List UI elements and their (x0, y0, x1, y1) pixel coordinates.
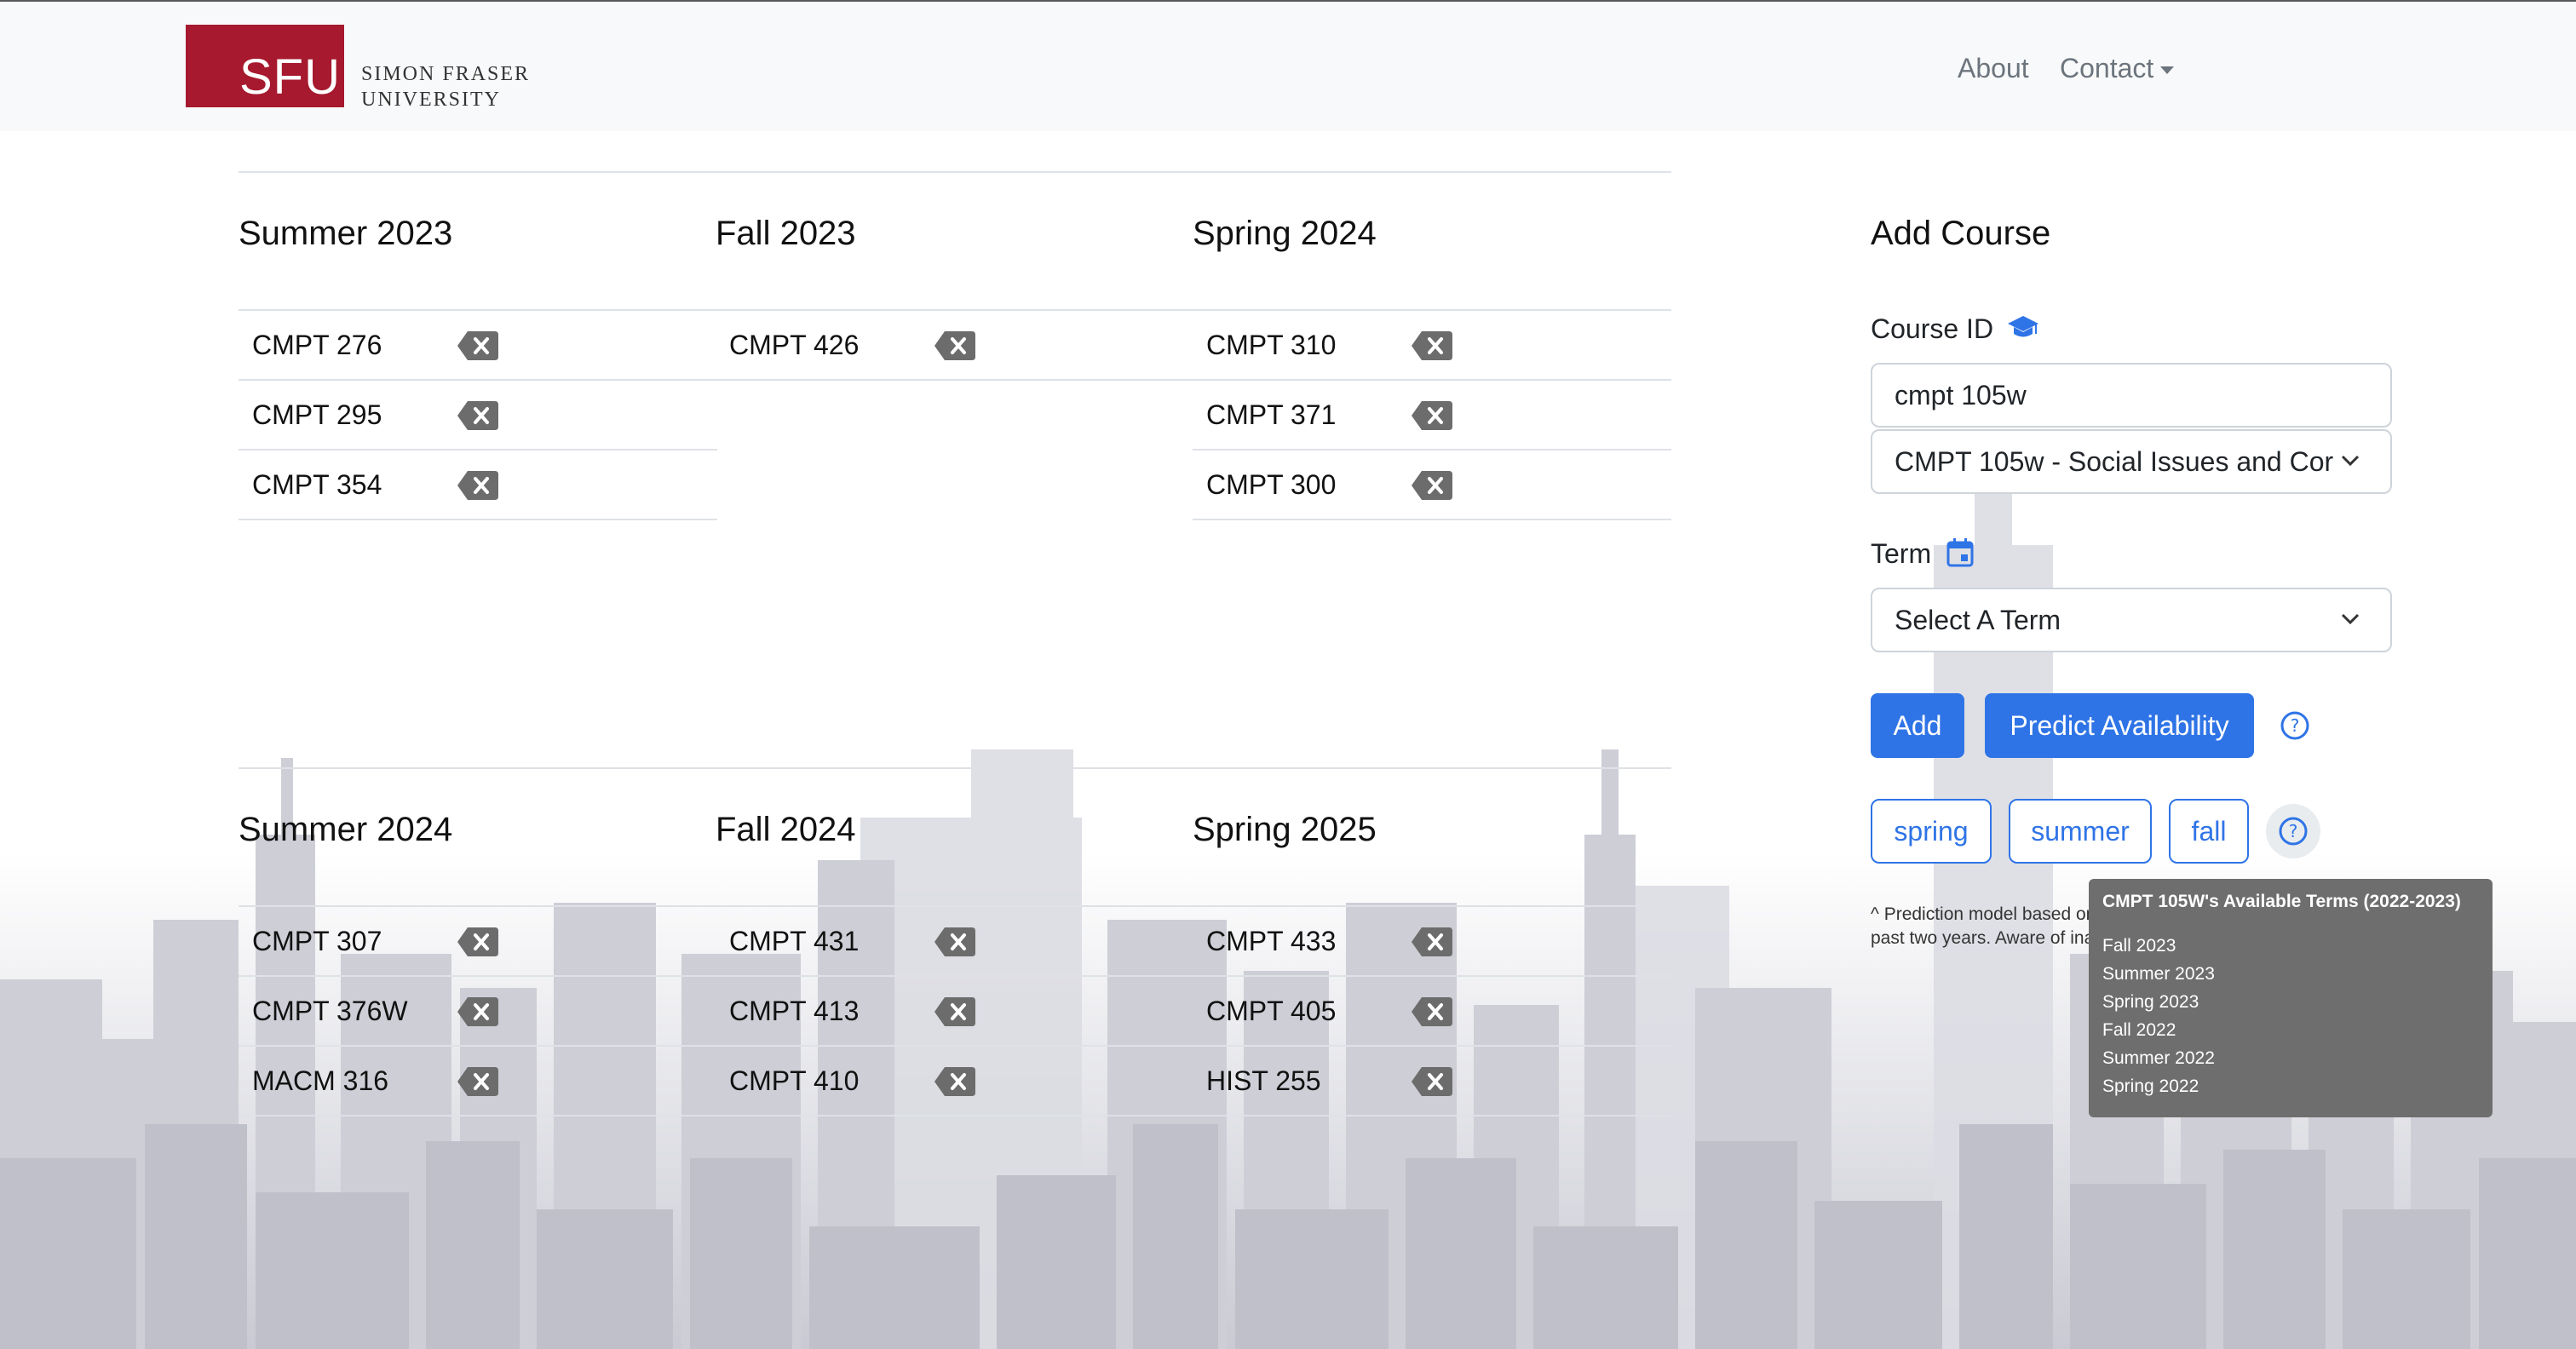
term-title: Summer 2023 (239, 215, 453, 252)
tooltip-term-item: Spring 2023 (2102, 992, 2199, 1012)
course-code: CMPT 405 (1206, 996, 1337, 1026)
add-button[interactable]: Add (1871, 693, 1964, 758)
term-title: Fall 2023 (716, 215, 856, 252)
backspace-delete-icon[interactable] (1410, 926, 1454, 958)
course-row: CMPT 426 (716, 311, 1194, 381)
caret-down-icon (2160, 66, 2175, 75)
course-select[interactable]: CMPT 105w - Social Issues and Cor (1871, 429, 2392, 494)
tooltip-term-item: Summer 2023 (2102, 964, 2215, 984)
course-code: CMPT 431 (729, 926, 860, 956)
course-code: CMPT 433 (1206, 926, 1337, 956)
top-navbar: SFU SIMON FRASER UNIVERSITY About Contac… (0, 2, 2576, 131)
sfu-logo[interactable]: SFU (186, 25, 344, 107)
course-code: MACM 316 (252, 1065, 389, 1096)
backspace-delete-icon[interactable] (1410, 1065, 1454, 1098)
course-row: CMPT 354 (239, 451, 717, 520)
section-divider (239, 171, 1671, 173)
course-row: CMPT 300 (1193, 451, 1671, 520)
course-code: CMPT 376W (252, 996, 408, 1026)
tooltip-term-item: Fall 2023 (2102, 936, 2176, 956)
predict-availability-button[interactable]: Predict Availability (1985, 693, 2254, 758)
backspace-delete-icon[interactable] (1410, 330, 1454, 362)
course-row: HIST 255 (1193, 1047, 1671, 1117)
backspace-delete-icon[interactable] (1410, 996, 1454, 1028)
season-button-summer[interactable]: summer (2009, 799, 2152, 864)
course-row: CMPT 371 (1193, 381, 1671, 451)
university-name: SIMON FRASER UNIVERSITY (361, 63, 531, 111)
course-code: CMPT 371 (1206, 399, 1337, 430)
course-code: CMPT 413 (729, 996, 860, 1026)
term-title: Fall 2024 (716, 811, 856, 848)
course-row: MACM 316 (239, 1047, 717, 1117)
season-button-fall[interactable]: fall (2169, 799, 2249, 864)
course-row: CMPT 310 (1193, 311, 1671, 381)
backspace-delete-icon[interactable] (1410, 399, 1454, 432)
backspace-delete-icon[interactable] (456, 399, 500, 432)
chevron-down-icon (2341, 613, 2360, 625)
course-id-label: Course ID (1871, 312, 2040, 346)
course-code: CMPT 410 (729, 1065, 860, 1096)
help-icon-container[interactable]: ? (2266, 804, 2320, 858)
course-row: CMPT 413 (716, 977, 1194, 1047)
backspace-delete-icon[interactable] (456, 996, 500, 1028)
svg-text:?: ? (2291, 715, 2300, 736)
term-title: Summer 2024 (239, 811, 453, 848)
svg-text:?: ? (2289, 821, 2298, 841)
course-code: CMPT 307 (252, 926, 382, 956)
graduation-cap-icon (2007, 316, 2038, 337)
help-icon: ? (2279, 817, 2308, 846)
nav-dropdown-contact[interactable]: Contact (2060, 51, 2175, 85)
backspace-delete-icon[interactable] (456, 469, 500, 502)
course-id-input[interactable]: cmpt 105w (1871, 363, 2392, 428)
available-terms-tooltip: CMPT 105W's Available Terms (2022-2023) … (2089, 879, 2493, 1117)
backspace-delete-icon[interactable] (933, 996, 977, 1028)
course-row: CMPT 276 (239, 311, 717, 381)
tooltip-term-item: Spring 2022 (2102, 1076, 2199, 1096)
course-row: CMPT 410 (716, 1047, 1194, 1117)
course-row: CMPT 376W (239, 977, 717, 1047)
course-code: CMPT 276 (252, 330, 382, 360)
term-title: Spring 2025 (1193, 811, 1377, 848)
season-button-spring[interactable]: spring (1871, 799, 1992, 864)
backspace-delete-icon[interactable] (933, 330, 977, 362)
tooltip-term-item: Fall 2022 (2102, 1020, 2176, 1040)
nav-link-about[interactable]: About (1958, 51, 2029, 85)
chevron-down-icon (2341, 455, 2360, 467)
backspace-delete-icon[interactable] (933, 1065, 977, 1098)
help-icon[interactable]: ? (2280, 710, 2310, 741)
course-code: CMPT 295 (252, 399, 382, 430)
course-code: CMPT 354 (252, 469, 382, 500)
backspace-delete-icon[interactable] (456, 330, 500, 362)
add-course-title: Add Course (1871, 215, 2051, 252)
term-select[interactable]: Select A Term (1871, 588, 2392, 652)
course-row: CMPT 433 (1193, 907, 1671, 977)
backspace-delete-icon[interactable] (1410, 469, 1454, 502)
tooltip-term-list: Fall 2023 Summer 2023 Spring 2023 Fall 2022… (2102, 932, 2479, 1100)
section-divider (239, 767, 1671, 769)
term-title: Spring 2024 (1193, 215, 1377, 252)
backspace-delete-icon[interactable] (456, 926, 500, 958)
course-row: CMPT 295 (239, 381, 717, 451)
term-label: Term (1871, 537, 1975, 571)
course-row: CMPT 307 (239, 907, 717, 977)
course-code: CMPT 300 (1206, 469, 1337, 500)
tooltip-term-item: Summer 2022 (2102, 1048, 2215, 1068)
course-code: CMPT 310 (1206, 330, 1337, 360)
backspace-delete-icon[interactable] (456, 1065, 500, 1098)
course-code: CMPT 426 (729, 330, 860, 360)
calendar-icon (1946, 538, 1974, 567)
course-row: CMPT 431 (716, 907, 1194, 977)
backspace-delete-icon[interactable] (933, 926, 977, 958)
course-code: HIST 255 (1206, 1065, 1321, 1096)
course-row: CMPT 405 (1193, 977, 1671, 1047)
